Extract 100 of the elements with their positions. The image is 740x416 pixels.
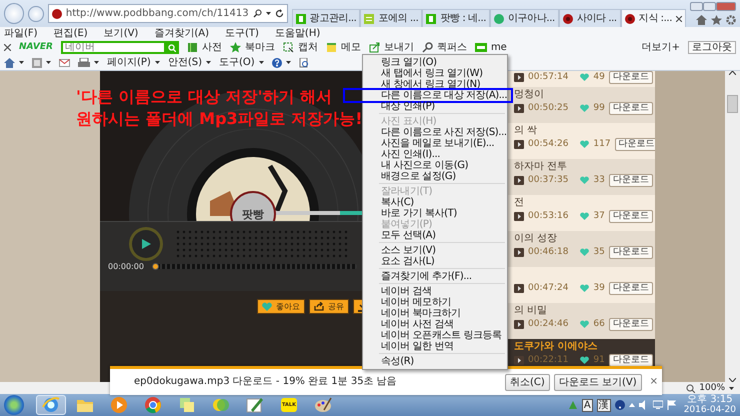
overlapping-circles-icon[interactable] xyxy=(212,396,230,414)
browser-tab[interactable]: 광고관리... xyxy=(292,9,360,27)
menu-item[interactable]: 파일(F) xyxy=(4,27,38,40)
address-field[interactable]: http://www.podbbang.com/ch/11413 xyxy=(48,4,288,23)
browser-tab[interactable]: 포에의 ... xyxy=(360,9,422,27)
play-button[interactable] xyxy=(132,230,160,258)
close-button[interactable]: × xyxy=(650,376,658,388)
download-button[interactable]: 다운로드 xyxy=(608,174,653,187)
menu-item[interactable]: 요소 검사(L) xyxy=(363,256,507,267)
star-icon[interactable] xyxy=(711,15,722,25)
scroll-thumb[interactable] xyxy=(727,95,738,113)
menu-item[interactable]: 속성(R) xyxy=(363,356,507,367)
download-button[interactable]: 다운로드 xyxy=(608,210,653,223)
menu-item[interactable]: 소스 보기(V) xyxy=(363,245,507,256)
help-icon[interactable] xyxy=(614,400,625,410)
search-icon[interactable] xyxy=(252,9,262,18)
forward-button[interactable] xyxy=(28,6,44,22)
menu-item[interactable]: 바로 가기 복사(T) xyxy=(363,208,507,219)
search-button[interactable] xyxy=(166,41,179,54)
more-link[interactable]: 더보기+ xyxy=(642,41,680,54)
menu-item[interactable]: 즐겨찾기에 추가(F)... xyxy=(363,271,507,282)
menu-item[interactable]: 네이버 사전 검색 xyxy=(363,319,507,330)
mail-icon[interactable] xyxy=(59,58,70,66)
start-button[interactable] xyxy=(4,395,24,415)
browser-tab[interactable]: 팟빵 : 네... xyxy=(422,9,490,27)
browser-tab[interactable]: 사이다 ... xyxy=(558,9,621,27)
menu-item[interactable]: 네이버 북마크하기 xyxy=(363,308,507,319)
toolbar-link[interactable]: 북마크 xyxy=(244,41,275,54)
settings-icon[interactable] xyxy=(726,15,736,25)
menu-item[interactable]: 도움말(H) xyxy=(274,27,320,40)
download-button[interactable]: 다운로드 xyxy=(608,318,653,331)
monitor-icon[interactable] xyxy=(652,400,663,410)
input-method-indicator[interactable]: A xyxy=(582,398,593,412)
toolbar-link[interactable]: me xyxy=(490,41,507,54)
close-icon[interactable] xyxy=(4,44,11,51)
scroll-up-icon[interactable] xyxy=(729,71,736,75)
menu-item[interactable]: 즐겨찾기(A) xyxy=(154,27,209,40)
back-button[interactable] xyxy=(4,3,24,24)
toolbar-link[interactable]: 퀵퍼스 xyxy=(436,41,467,54)
refresh-icon[interactable] xyxy=(274,9,284,18)
menu-item[interactable]: 모두 선택(A) xyxy=(363,230,507,241)
download-button[interactable]: 다운로드 xyxy=(614,138,655,151)
tray-arrow-icon[interactable] xyxy=(628,403,635,407)
input-method-indicator[interactable]: 漢 xyxy=(596,398,611,412)
download-button[interactable]: 다운로드 xyxy=(608,246,653,259)
progress-thumb[interactable] xyxy=(152,263,159,270)
menu-item[interactable]: 대상 인쇄(P) xyxy=(363,101,507,112)
menu-item[interactable]: 내 사진으로 이동(G) xyxy=(363,160,507,171)
menu-item[interactable]: 복사(C) xyxy=(363,197,507,208)
toolbar-link[interactable]: 보내기 xyxy=(384,41,414,54)
taskbar-button[interactable] xyxy=(36,395,66,415)
menu-item[interactable]: 다른 이름으로 사진 저장(S)... xyxy=(363,127,507,138)
menu-item[interactable]: 다른 이름으로 대상 저장(A)... xyxy=(363,90,507,101)
command-menu[interactable]: 도구(O) xyxy=(219,56,264,68)
help-icon[interactable] xyxy=(272,58,282,68)
maximize-button[interactable] xyxy=(703,2,716,11)
dialog-button[interactable]: 취소(C) xyxy=(504,374,550,390)
menu-item[interactable]: 네이버 오픈캐스트 링크등록 xyxy=(363,330,507,341)
menu-item[interactable]: 새 탭에서 링크 열기(W) xyxy=(363,68,507,79)
toolbar-link[interactable]: 캡처 xyxy=(298,41,318,54)
scroll-down-icon[interactable] xyxy=(729,378,736,382)
menu-item[interactable]: 사진 인쇄(I)... xyxy=(363,149,507,160)
menu-item[interactable]: 사진을 메일로 보내기(E)... xyxy=(363,138,507,149)
command-menu[interactable]: 안전(S) xyxy=(168,56,211,68)
home-icon[interactable] xyxy=(4,58,15,68)
minimize-button[interactable] xyxy=(690,2,703,11)
menu-item[interactable]: 도구(T) xyxy=(225,27,259,40)
download-button[interactable]: 다운로드 xyxy=(608,354,653,367)
menu-item[interactable]: 링크 열기(O) xyxy=(363,57,507,68)
menu-item[interactable]: 네이버 검색 xyxy=(363,286,507,297)
download-button[interactable]: 다운로드 xyxy=(608,282,653,295)
like-button[interactable]: 좋아요 xyxy=(257,299,305,314)
flag-icon[interactable] xyxy=(666,400,676,410)
home-icon[interactable] xyxy=(696,15,707,25)
browser-tab[interactable]: 이구아나... xyxy=(490,9,559,27)
command-menu[interactable]: 페이지(P) xyxy=(107,56,160,68)
menu-item[interactable]: 새 창에서 링크 열기(N) xyxy=(363,79,507,90)
chrome-icon[interactable] xyxy=(144,396,162,414)
download-button[interactable]: 다운로드 xyxy=(608,71,653,84)
browser-e-icon[interactable] xyxy=(42,396,60,414)
toolbar-link[interactable]: 메모 xyxy=(340,41,361,54)
close-icon[interactable] xyxy=(676,16,682,22)
printer-icon[interactable] xyxy=(78,58,90,68)
toolbar-link[interactable]: 사전 xyxy=(202,41,222,54)
media-player-icon[interactable] xyxy=(110,396,128,414)
progress-track[interactable] xyxy=(152,264,357,270)
menu-item[interactable]: 네이버 일한 번역 xyxy=(363,341,507,352)
share-button[interactable]: 공유 xyxy=(309,299,349,314)
pen-drawing-icon[interactable] xyxy=(246,396,264,414)
close-button[interactable] xyxy=(716,2,736,11)
sticky-notes-icon[interactable] xyxy=(178,396,196,414)
scrollbar[interactable] xyxy=(725,71,740,382)
logout-button[interactable]: 로그아웃 xyxy=(688,41,736,54)
dialog-button[interactable]: 다운로드 보기(V) xyxy=(554,374,642,390)
menu-item[interactable]: 배경으로 설정(G) xyxy=(363,171,507,182)
palette-icon[interactable] xyxy=(314,396,332,414)
menu-item[interactable]: 편집(E) xyxy=(54,27,88,40)
browser-tab[interactable]: 지식 :... xyxy=(620,9,686,27)
menu-item[interactable]: 보기(V) xyxy=(104,27,138,40)
folder-icon[interactable] xyxy=(76,397,94,413)
